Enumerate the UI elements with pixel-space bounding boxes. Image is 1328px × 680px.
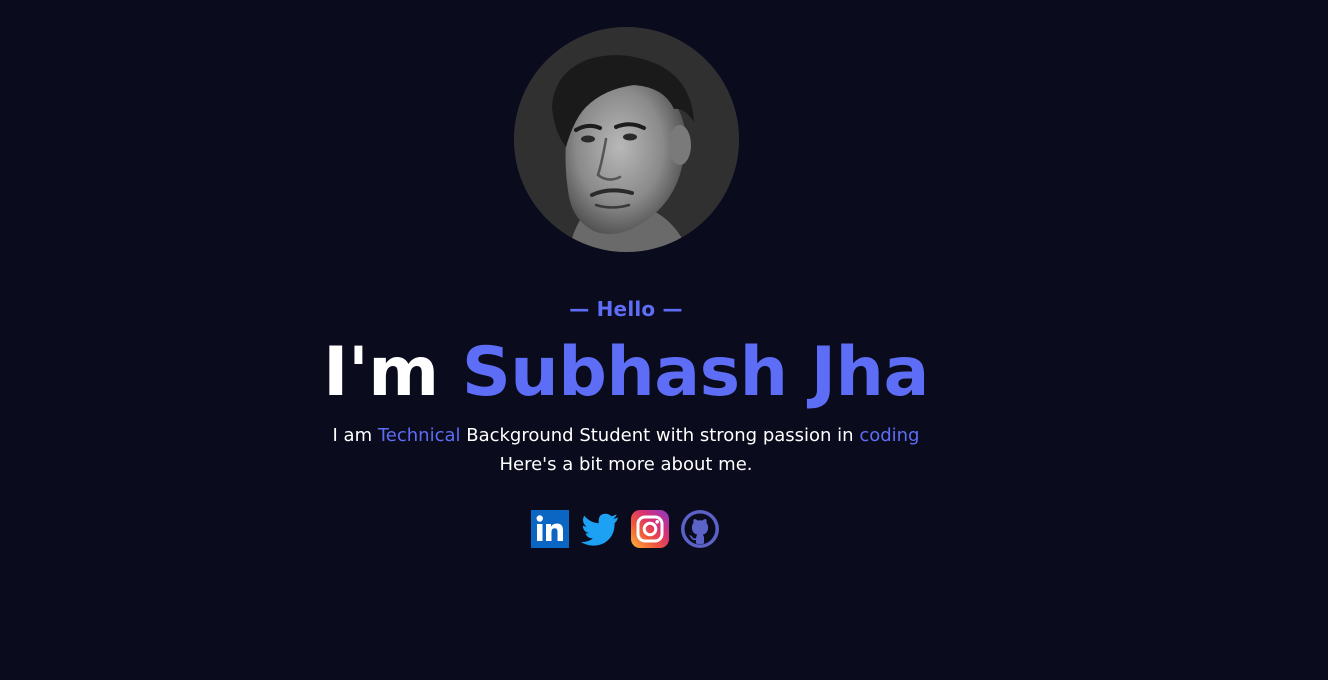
github-link[interactable] xyxy=(680,509,720,549)
twitter-link[interactable] xyxy=(580,509,620,549)
greeting-text: — Hello — xyxy=(569,297,683,321)
profile-photo xyxy=(514,27,739,252)
social-links xyxy=(530,509,720,549)
tagline-accent-coding: coding xyxy=(859,425,920,446)
tagline-part2: Background Student with strong passion i… xyxy=(460,425,860,446)
page-title: I'm Subhash Jha xyxy=(0,333,1252,413)
tagline-accent-technical: Technical xyxy=(377,425,461,446)
avatar xyxy=(514,27,739,252)
instagram-link[interactable] xyxy=(630,509,670,549)
github-icon xyxy=(681,510,719,548)
instagram-icon xyxy=(631,510,669,548)
headline-prefix: I'm xyxy=(323,333,462,412)
hero-section: — Hello — I'm Subhash Jha I am Technical… xyxy=(0,0,1328,680)
linkedin-icon xyxy=(531,510,569,548)
linkedin-link[interactable] xyxy=(530,509,570,549)
subline: Here's a bit more about me. xyxy=(499,454,753,475)
headline-name: Subhash Jha xyxy=(461,333,930,412)
tagline-part1: I am xyxy=(332,425,378,446)
twitter-icon xyxy=(580,513,618,546)
tagline: I am Technical Background Student with s… xyxy=(0,424,1252,448)
